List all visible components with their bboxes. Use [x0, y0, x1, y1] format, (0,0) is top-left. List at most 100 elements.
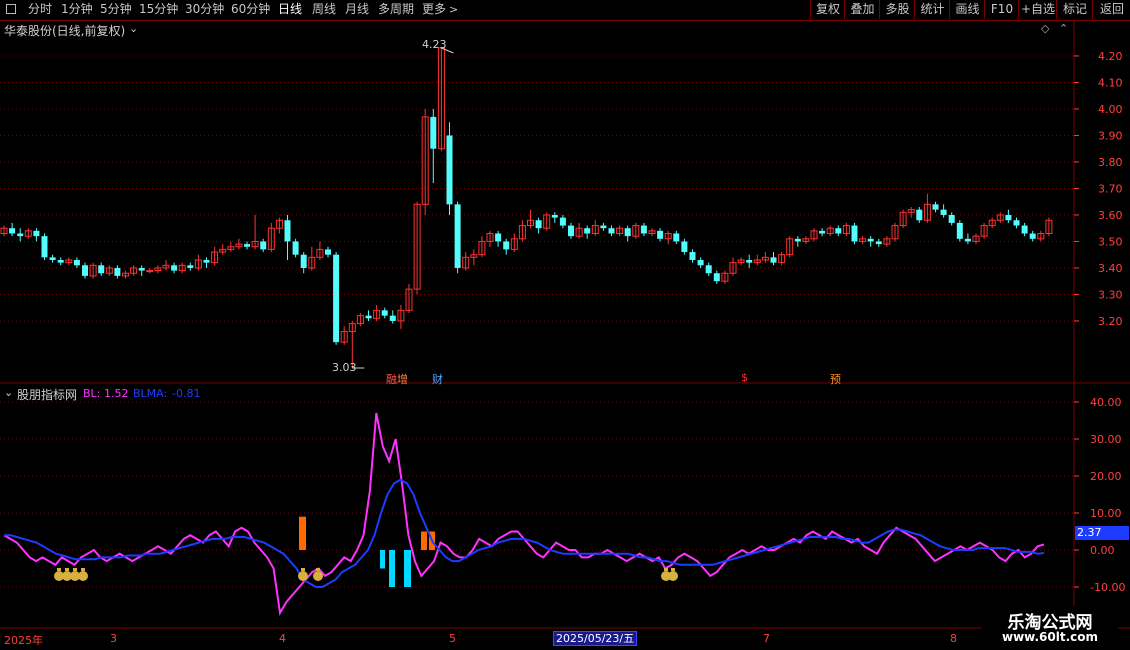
money-bag-icon — [313, 571, 323, 581]
date-label-aug: 8 — [950, 632, 957, 645]
price-tick-label: 3.60 — [1098, 209, 1123, 222]
candle-body — [284, 220, 291, 242]
price-tick-label: 4.10 — [1098, 76, 1123, 89]
price-tick-label: 3.20 — [1098, 315, 1123, 328]
site-watermark: 乐淘公式网 www.60lt.com — [982, 606, 1118, 646]
candle-body — [1013, 220, 1020, 226]
price-tick-label: 3.50 — [1098, 235, 1123, 248]
money-bag-icon — [668, 571, 678, 581]
candle-body — [41, 236, 48, 258]
candle-body — [568, 225, 574, 237]
candle-body — [503, 241, 510, 250]
money-bag-icon — [298, 571, 308, 581]
low-price-label: 3.03 — [332, 361, 357, 374]
candle-body — [940, 209, 947, 215]
signal-bar-orange — [421, 531, 427, 550]
candle-body — [138, 267, 145, 271]
current-value-tag: 2.37 — [1075, 526, 1129, 540]
candle-body — [551, 214, 558, 218]
bl-value: 1.52 — [104, 387, 129, 400]
indicator-tick-label: 40.00 — [1090, 396, 1122, 409]
chart-canvas[interactable]: 3.20 3.30 3.40 3.50 3.60 3.70 3.80 3.90 4.00 4.10… — [0, 0, 1130, 650]
signal-bar-orange — [299, 516, 306, 550]
date-label-jul: 7 — [763, 632, 770, 645]
event-marker-dividend[interactable]: $ — [741, 371, 748, 384]
candle-body — [114, 267, 121, 276]
price-tick-label: 3.90 — [1098, 129, 1123, 142]
money-bag-tie — [57, 568, 61, 571]
high-price-label: 4.23 — [422, 38, 447, 51]
signal-bar-cyan — [380, 550, 385, 569]
candle-body — [608, 228, 615, 234]
candle-body — [17, 233, 24, 237]
date-label-mar: 3 — [110, 632, 117, 645]
event-marker-increase[interactable]: 增 — [397, 371, 408, 387]
candle-body — [697, 260, 704, 266]
candle-body — [770, 257, 777, 263]
candle-body — [300, 254, 307, 268]
candle-body — [746, 260, 753, 263]
candle-body — [956, 222, 963, 239]
indicator-settings-icon[interactable]: ⌄ — [4, 386, 13, 399]
candle-body — [964, 238, 971, 242]
money-bag-tie — [316, 568, 320, 571]
candle-body — [33, 230, 40, 237]
candle-body — [187, 265, 194, 268]
money-bag-tie — [81, 568, 85, 571]
money-bag-tie — [73, 568, 77, 571]
candle-body — [333, 254, 340, 343]
money-bag-icon — [78, 571, 88, 581]
candle-body — [867, 238, 874, 242]
price-tick-label: 4.20 — [1098, 50, 1123, 63]
event-marker-finance[interactable]: 财 — [432, 371, 443, 387]
blma-label: BLMA: — [133, 387, 168, 400]
price-tick-label: 3.70 — [1098, 182, 1123, 195]
diamond-icon[interactable]: ◇ — [1041, 22, 1049, 35]
candle-body — [82, 265, 88, 276]
candle-body — [244, 244, 250, 247]
event-marker-margin[interactable]: 融 — [386, 371, 397, 387]
candle-body — [454, 204, 461, 268]
candle-body — [1021, 225, 1028, 234]
candle-body — [689, 252, 696, 260]
candle-body — [640, 225, 647, 234]
candle-body — [325, 249, 331, 255]
candle-body — [430, 116, 437, 149]
indicator-tick-label: 20.00 — [1090, 470, 1122, 483]
candle-body — [948, 214, 955, 223]
candle-body — [584, 228, 591, 234]
candle-body — [389, 315, 396, 321]
watermark-url: www.60lt.com — [1001, 630, 1099, 644]
money-bag-tie — [301, 568, 305, 571]
candle-body — [381, 310, 388, 316]
date-label-year: 2025年 — [4, 634, 43, 647]
price-tick-label: 4.00 — [1098, 103, 1123, 116]
candle-body — [171, 265, 178, 271]
candle-body — [9, 228, 16, 234]
candle-body — [835, 228, 842, 234]
candle-body — [624, 228, 631, 237]
chevron-down-icon[interactable]: ⌄ — [129, 22, 138, 35]
candle-body — [657, 230, 664, 239]
candle-body — [292, 241, 299, 255]
money-bag-tie — [664, 568, 668, 571]
signal-bar-cyan — [404, 550, 411, 587]
price-tick-label: 3.40 — [1098, 262, 1123, 275]
cursor-date-tag: 2025/05/23/五 — [553, 631, 638, 646]
blma-value: -0.81 — [172, 387, 201, 400]
event-marker-forecast[interactable]: 预 — [830, 371, 841, 387]
candle-body — [98, 265, 105, 274]
candle-body — [932, 204, 939, 210]
price-tick-label: 3.80 — [1098, 156, 1123, 169]
candle-body — [819, 230, 826, 234]
price-tick-label: 3.30 — [1098, 288, 1123, 301]
collapse-icon[interactable]: ⌃ — [1059, 22, 1068, 35]
candle-body — [203, 260, 210, 263]
signal-bar-cyan — [389, 550, 395, 587]
candle-body — [365, 315, 372, 319]
indicator-tick-label: 30.00 — [1090, 433, 1122, 446]
candle-body — [260, 241, 267, 250]
date-label-apr: 4 — [279, 632, 286, 645]
candle-body — [559, 217, 566, 226]
candle-body — [1005, 214, 1012, 221]
